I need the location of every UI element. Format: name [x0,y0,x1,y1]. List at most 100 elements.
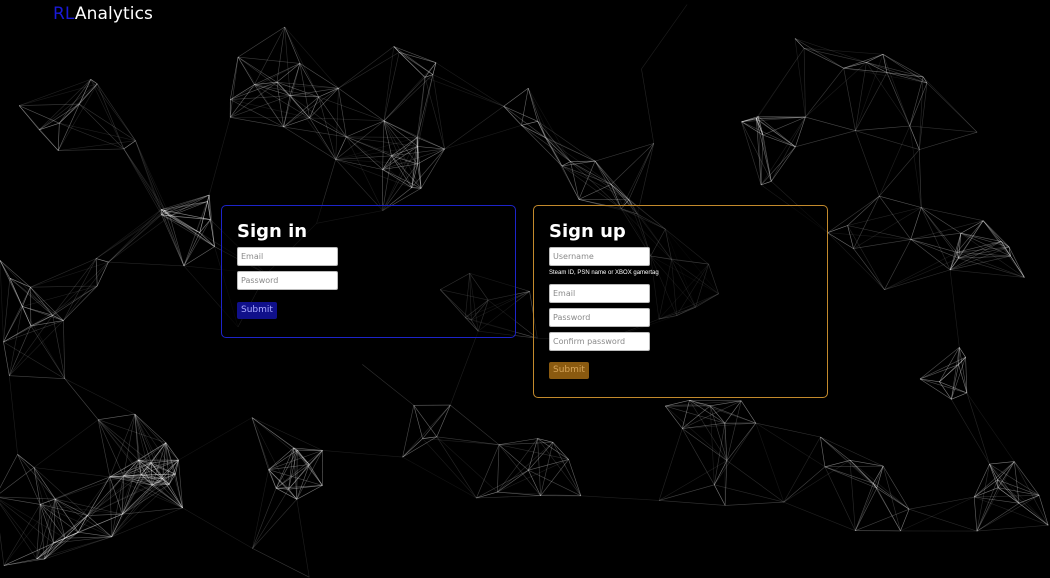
network-line [827,232,854,249]
network-line [3,341,65,379]
signup-email-input[interactable] [549,284,650,303]
background-network-animation [0,4,1049,578]
network-line [855,54,884,131]
network-line [659,484,715,501]
network-line [63,261,109,321]
network-line [97,419,124,477]
network-line [95,258,98,287]
network-line [498,444,529,471]
network-line [1000,241,1025,278]
network-line [658,428,683,501]
network-line [254,26,285,85]
network-line [882,54,924,78]
network-line [97,83,136,141]
network-line [820,436,826,467]
network-line [90,79,125,150]
network-line [528,469,582,497]
network-line [497,444,500,493]
page: RLAnalytics Sign in Submit Sign up Steam… [0,0,1050,578]
network-line [682,428,715,485]
network-line [383,62,437,122]
network-line [594,160,612,185]
network-line [422,438,477,499]
network-line [108,215,170,263]
network-line [824,466,874,484]
network-line [335,120,385,160]
network-line [919,378,967,394]
network-line [108,209,162,263]
signin-email-input[interactable] [237,247,338,266]
network-line [476,495,541,499]
network-line [393,46,437,63]
network-line [33,467,110,478]
network-line [847,195,880,226]
network-line [628,143,655,200]
network-line [55,498,123,515]
network-line [756,48,805,119]
network-line [402,438,423,458]
network-line [521,125,563,167]
network-line [951,399,990,465]
network-line [989,463,999,488]
network-line [919,378,940,383]
network-line [178,417,253,461]
network-line [866,62,928,84]
network-line [882,466,901,531]
network-line [755,422,785,503]
network-line [537,438,582,496]
network-line [824,460,851,468]
brand-accent-text: RL [53,4,75,24]
signin-password-input[interactable] [237,271,338,290]
network-line [276,26,285,83]
network-line [335,136,347,160]
network-line [165,442,179,461]
brand-logo[interactable]: RLAnalytics [53,3,153,25]
network-line [922,76,978,133]
network-line [997,479,1049,526]
network-line [741,121,796,148]
network-line [30,287,53,316]
network-line [976,502,1020,532]
network-line [820,436,874,484]
signin-submit-button[interactable]: Submit [237,302,277,319]
network-line [682,400,742,429]
network-line [762,134,772,182]
network-line [436,404,451,437]
signup-password-input[interactable] [549,308,650,327]
network-line [909,125,922,208]
network-line [882,54,911,127]
network-line [318,96,347,138]
network-line [87,515,112,538]
network-line [1014,461,1040,496]
network-line [847,225,911,240]
network-line [79,103,136,141]
network-line [383,120,445,150]
signup-confirm-password-input[interactable] [549,332,650,351]
network-line [873,483,901,532]
signup-username-input[interactable] [549,247,650,266]
network-line [497,442,554,493]
network-line [803,48,844,69]
network-line [909,496,975,510]
network-line [879,195,922,208]
network-line [33,467,88,516]
network-line [3,531,79,566]
network-line [346,136,418,138]
network-line [659,500,726,506]
network-line [783,466,826,503]
network-line [402,404,451,458]
network-line [714,422,757,485]
network-line [444,125,522,150]
network-line [123,148,162,215]
network-line [855,487,878,531]
network-line [909,125,978,133]
network-line [714,484,784,503]
network-line [33,419,99,468]
network-line [293,447,323,486]
network-line [252,489,289,549]
network-line [254,84,319,98]
network-line [123,148,165,211]
signin-panel: Sign in Submit [221,205,516,338]
network-line [97,419,139,461]
signup-submit-button[interactable]: Submit [549,362,589,379]
